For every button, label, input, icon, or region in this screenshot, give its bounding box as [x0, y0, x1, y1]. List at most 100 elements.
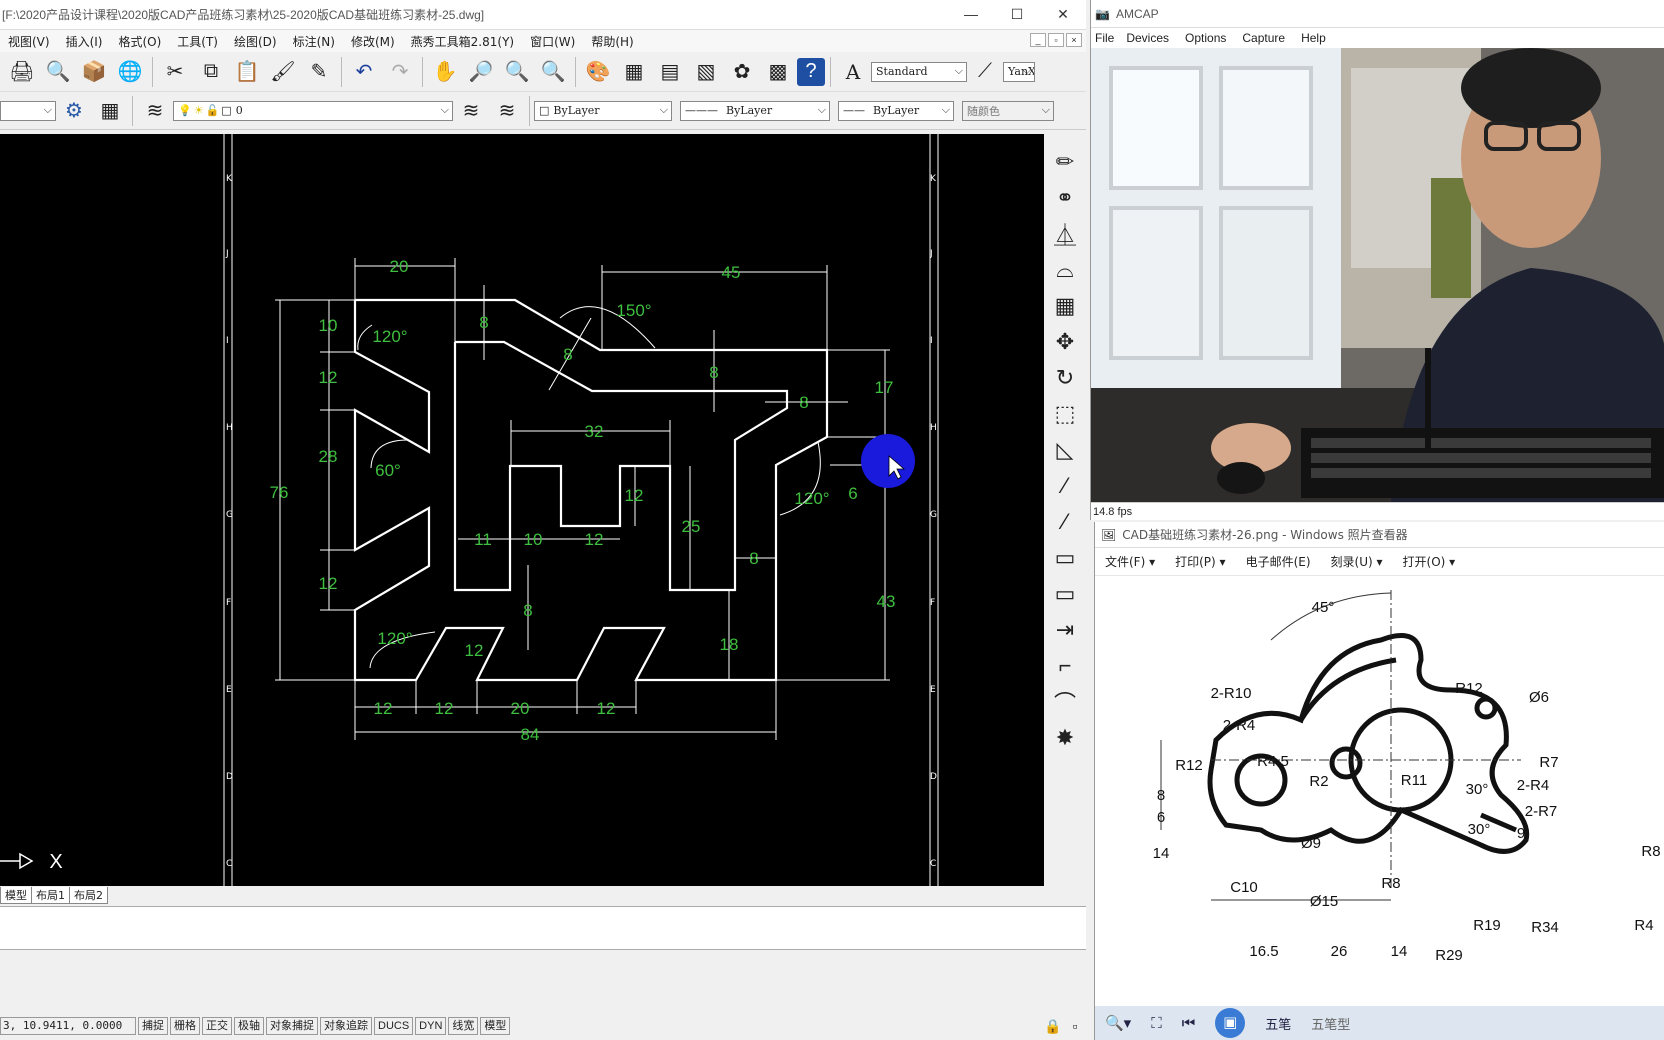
- block-editor-icon[interactable]: ✎: [302, 55, 336, 89]
- amcap-menu-file[interactable]: File: [1091, 31, 1118, 45]
- viewer-menu-burn[interactable]: 刻录(U) ▾: [1321, 553, 1393, 570]
- status-ducs[interactable]: DUCS: [374, 1017, 414, 1035]
- menu-draw[interactable]: 绘图(D): [226, 33, 285, 50]
- help-icon[interactable]: ?: [797, 57, 825, 86]
- join-icon[interactable]: ⇥: [1047, 613, 1083, 647]
- mdi-close-button[interactable]: ×: [1066, 33, 1082, 47]
- menu-dimension[interactable]: 标注(N): [285, 33, 343, 50]
- stretch-icon[interactable]: ◺: [1047, 433, 1083, 467]
- ime-indicator[interactable]: 五笔: [1265, 1014, 1291, 1033]
- undo-icon[interactable]: ↶: [347, 55, 381, 89]
- make-layer-current-icon[interactable]: ≋: [454, 94, 488, 128]
- layer-previous-icon[interactable]: ≋: [490, 94, 524, 128]
- maximize-button[interactable]: ☐: [994, 6, 1040, 23]
- copy-icon[interactable]: ⧉: [194, 55, 228, 89]
- status-snap[interactable]: 捕捉: [138, 1017, 168, 1035]
- status-lineweight[interactable]: 线宽: [448, 1017, 479, 1035]
- menu-tools[interactable]: 工具(T): [169, 33, 226, 50]
- offset-icon[interactable]: ⌓: [1047, 253, 1083, 287]
- array-icon[interactable]: ▦: [1047, 289, 1083, 323]
- break-at-point-icon[interactable]: ▭: [1047, 541, 1083, 575]
- drawing-canvas[interactable]: K J I H G F E D C K J I H G F E D C 20 4…: [0, 134, 1044, 886]
- move-icon[interactable]: ✥: [1047, 325, 1083, 359]
- amcap-menu-options[interactable]: Options: [1177, 31, 1234, 45]
- lineweight-select[interactable]: —— ByLayer: [838, 100, 954, 121]
- status-polar[interactable]: 极轴: [234, 1017, 264, 1035]
- amcap-menu-devices[interactable]: Devices: [1118, 31, 1177, 45]
- rotate-icon[interactable]: ↻: [1047, 361, 1083, 395]
- tool-palette-icon[interactable]: ▤: [653, 55, 687, 89]
- dim-style-icon[interactable]: ⟋: [968, 55, 1002, 89]
- erase-icon[interactable]: ✏: [1047, 145, 1083, 179]
- pan-icon[interactable]: ✋: [428, 55, 462, 89]
- status-osnap[interactable]: 对象捕捉: [266, 1017, 318, 1035]
- actual-size-icon[interactable]: ⛶: [1151, 1015, 1162, 1032]
- annotation-icon[interactable]: 🔒: [1043, 1009, 1063, 1040]
- gear-icon[interactable]: ⚙: [57, 94, 91, 128]
- zoom-previous-icon[interactable]: 🔍: [536, 55, 570, 89]
- menu-yanxi-toolbox[interactable]: 燕秀工具箱2.81(Y): [403, 33, 522, 50]
- plot-style-select[interactable]: 随颜色: [962, 100, 1054, 121]
- explode-icon[interactable]: ✸: [1047, 721, 1083, 755]
- tab-model[interactable]: 模型: [0, 886, 32, 904]
- previous-image-icon[interactable]: ⏮: [1182, 1015, 1196, 1032]
- design-center-icon[interactable]: ▦: [617, 55, 651, 89]
- viewer-menu-email[interactable]: 电子邮件(E): [1236, 553, 1321, 570]
- text-style-icon[interactable]: A: [836, 55, 870, 89]
- zoom-window-icon[interactable]: 🔍: [500, 55, 534, 89]
- amcap-menu-help[interactable]: Help: [1293, 31, 1334, 45]
- mdi-minimize-button[interactable]: _: [1030, 33, 1046, 47]
- fillet-icon[interactable]: ⌒: [1047, 685, 1083, 719]
- linetype-select[interactable]: ——— ByLayer: [680, 100, 830, 121]
- trim-icon[interactable]: ⁄: [1047, 469, 1083, 503]
- viewer-menu-file[interactable]: 文件(F) ▾: [1095, 553, 1165, 570]
- paste-icon[interactable]: 📋: [230, 55, 264, 89]
- minimize-button[interactable]: —: [948, 6, 994, 23]
- properties-icon[interactable]: 🎨: [581, 55, 615, 89]
- zoom-realtime-icon[interactable]: 🔎: [464, 55, 498, 89]
- command-line[interactable]: [0, 906, 1086, 950]
- calculator-icon[interactable]: ▩: [761, 55, 795, 89]
- ime-indicator-2[interactable]: 五笔型: [1311, 1014, 1350, 1033]
- status-model[interactable]: 模型: [480, 1017, 511, 1035]
- markup-icon[interactable]: ✿: [725, 55, 759, 89]
- status-ortho[interactable]: 正交: [202, 1017, 232, 1035]
- cut-icon[interactable]: ✂: [158, 55, 192, 89]
- status-otrack[interactable]: 对象追踪: [320, 1017, 372, 1035]
- status-grid[interactable]: 栅格: [170, 1017, 200, 1035]
- layer-manager-icon[interactable]: ≋: [138, 94, 172, 128]
- amcap-menu-capture[interactable]: Capture: [1234, 31, 1293, 45]
- dim-style-select[interactable]: YanXi: [1003, 61, 1035, 82]
- clean-screen-icon[interactable]: ▫: [1065, 1009, 1085, 1040]
- tab-layout2[interactable]: 布局2: [69, 886, 108, 904]
- close-button[interactable]: ✕: [1040, 6, 1086, 23]
- menu-modify[interactable]: 修改(M): [343, 33, 403, 50]
- zoom-icon[interactable]: 🔍▾: [1105, 1014, 1131, 1032]
- print-preview-icon[interactable]: 🔍: [41, 55, 75, 89]
- mdi-restore-button[interactable]: ▫: [1048, 33, 1064, 47]
- grid-display-icon[interactable]: ▦: [93, 94, 127, 128]
- publish-icon[interactable]: 📦: [77, 55, 111, 89]
- text-style-select[interactable]: Standard: [871, 61, 967, 82]
- match-properties-icon[interactable]: 🖌: [266, 55, 300, 89]
- print-icon[interactable]: 🖨: [5, 55, 39, 89]
- mirror-icon[interactable]: ⏅: [1047, 217, 1083, 251]
- status-dyn[interactable]: DYN: [415, 1017, 447, 1035]
- viewer-menu-print[interactable]: 打印(P) ▾: [1165, 553, 1235, 570]
- menu-view[interactable]: 视图(V): [0, 33, 58, 50]
- break-icon[interactable]: ▭: [1047, 577, 1083, 611]
- sheet-set-icon[interactable]: ▧: [689, 55, 723, 89]
- web-icon[interactable]: 🌐: [113, 55, 147, 89]
- layer-select[interactable]: 💡 ☀ 🔓 □ 0: [173, 100, 453, 121]
- chamfer-icon[interactable]: ⌐: [1047, 649, 1083, 683]
- menu-window[interactable]: 窗口(W): [522, 33, 583, 50]
- scale-icon[interactable]: ⬚: [1047, 397, 1083, 431]
- tab-layout1[interactable]: 布局1: [31, 886, 70, 904]
- menu-help[interactable]: 帮助(H): [583, 33, 641, 50]
- copy-object-icon[interactable]: ⚭: [1047, 181, 1083, 215]
- menu-format[interactable]: 格式(O): [110, 33, 169, 50]
- extend-icon[interactable]: ⁄: [1047, 505, 1083, 539]
- viewer-menu-open[interactable]: 打开(O) ▾: [1393, 553, 1466, 570]
- slideshow-icon[interactable]: ▣: [1215, 1008, 1246, 1038]
- color-select[interactable]: □ ByLayer: [534, 100, 672, 121]
